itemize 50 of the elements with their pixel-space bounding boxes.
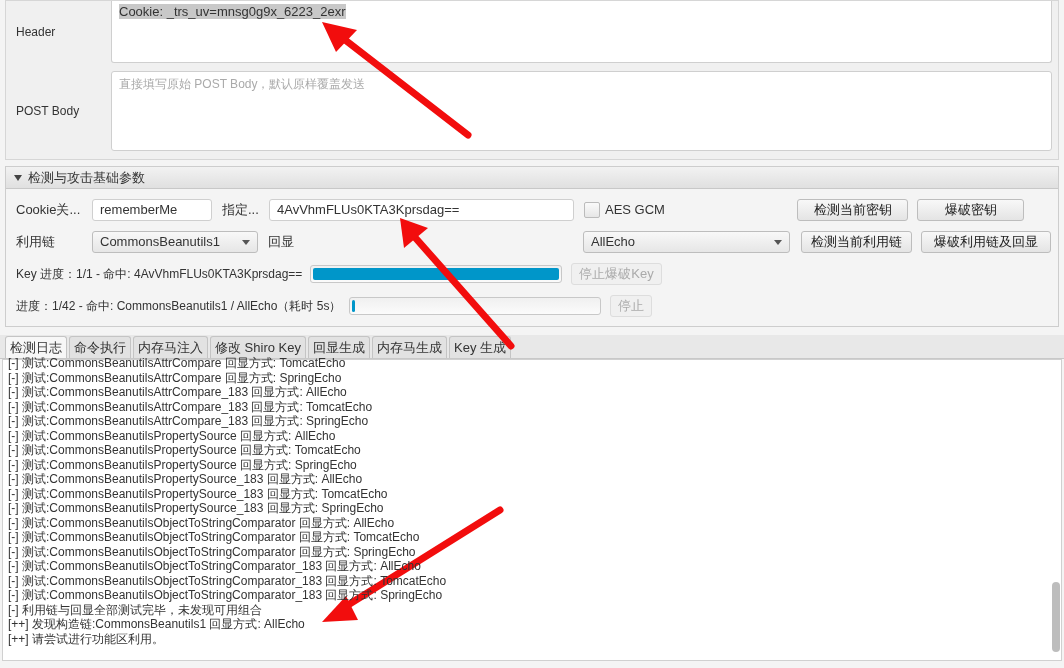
panel-title: 检测与攻击基础参数 [28,168,145,187]
tab[interactable]: 内存马生成 [372,336,447,358]
field-label: 利用链 [16,233,56,252]
log-line: [-] 测试:CommonsBeanutilsPropertySource 回显方式: TomcatEcho [8,443,361,458]
checkbox[interactable] [584,202,600,218]
log-line: [-] 测试:CommonsBeanutilsAttrCompare 回显方式: SpringEcho [8,370,342,385]
field-label: Cookie关... [16,201,82,220]
field-label: Header [15,24,57,41]
field-label: POST Body [15,103,81,120]
caret-icon [774,239,782,245]
panel-header[interactable]: 检测与攻击基础参数 [6,167,1058,189]
log-line: [-] 测试:CommonsBeanutilsPropertySource_183 回显方式: TomcatEcho [8,486,388,501]
log-line: [-] 利用链与回显全部测试完毕，未发现可用组合 [8,602,262,617]
action-button[interactable]: 检测当前密钥 [797,199,908,221]
tab[interactable]: 检测日志 [5,336,67,358]
log-line: [-] 测试:CommonsBeanutilsAttrCompare_183 回显方式: TomcatEcho [8,399,373,414]
action-button[interactable]: 检测当前利用链 [801,231,912,253]
log-line: [++] 请尝试进行功能区利用。 [8,631,165,646]
cookie-name-field[interactable]: rememberMe [92,199,212,221]
key-field[interactable]: 4AvVhmFLUs0KTA3Kprsdag== [269,199,574,221]
dropdown-value: AllEcho [591,233,636,252]
post-body-field[interactable]: 直接填写原始 POST Body，默认原样覆盖发送 [111,71,1052,151]
log-line: [-] 测试:CommonsBeanutilsAttrCompare_183 回显方式: SpringEcho [8,414,369,429]
log-line: [-] 测试:CommonsBeanutilsAttrCompare_183 回显方式: AllEcho [8,385,347,400]
tab[interactable]: 回显生成 [308,336,370,358]
checkbox-label: AES GCM [605,201,666,220]
progress-label: Key 进度：1/1 - 命中: 4AvVhmFLUs0KTA3Kprsdag== [16,266,304,283]
tab[interactable]: Key 生成 [449,336,511,358]
tab[interactable]: 命令执行 [69,336,131,358]
header-field[interactable]: Cookie: _trs_uv=mnsg0g9x_6223_2exr [111,1,1052,63]
caret-icon [242,239,250,245]
tab[interactable]: 内存马注入 [133,336,208,358]
dropdown[interactable]: AllEcho [583,231,790,253]
log-line: [-] 测试:CommonsBeanutilsPropertySource 回显方式: SpringEcho [8,457,357,472]
progress-label: 进度：1/42 - 命中: CommonsBeanutils1 / AllEcho（耗时 5s） [16,298,343,315]
log-line: [-] 测试:CommonsBeanutilsPropertySource_183 回显方式: SpringEcho [8,501,384,516]
log-line: [-] 测试:CommonsBeanutilsPropertySource 回显方式: AllEcho [8,428,336,443]
log-line: [-] 测试:CommonsBeanutilsObjectToStringComparator 回显方式: SpringEcho [8,544,416,559]
log-line: [-] 测试:CommonsBeanutilsObjectToStringComparator 回显方式: AllEcho [8,515,395,530]
log-line: [-] 测试:CommonsBeanutilsObjectToStringComparator 回显方式: TomcatEcho [8,530,420,545]
field-label: 指定... [221,201,260,220]
field-label: 回显 [267,233,295,252]
log-line: [-] 测试:CommonsBeanutilsPropertySource_183 回显方式: AllEcho [8,472,363,487]
action-button[interactable]: 爆破利用链及回显 [921,231,1051,253]
log-line: [-] 测试:CommonsBeanutilsAttrCompare 回显方式: TomcatEcho [8,356,346,371]
action-button[interactable]: 爆破密钥 [917,199,1024,221]
dropdown[interactable]: CommonsBeanutils1 [92,231,258,253]
log-line: [++] 发现构造链:CommonsBeanutils1 回显方式: AllEcho [8,617,305,632]
tab[interactable]: 修改 Shiro Key [210,336,306,358]
dropdown-value: CommonsBeanutils1 [100,233,220,252]
